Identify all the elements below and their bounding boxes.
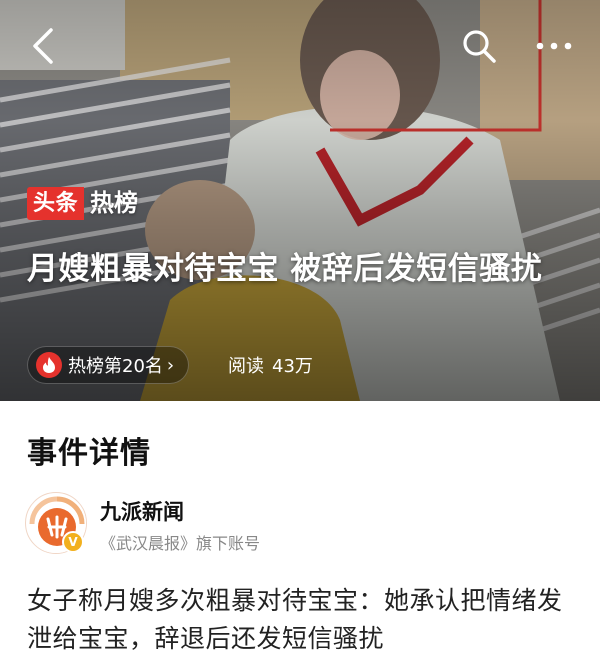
toutiao-tag: 头条 [27,187,85,220]
hot-rank-button[interactable]: 热榜第20名 › [27,346,190,384]
author-subtitle: 《武汉晨报》旗下账号 [100,534,261,553]
hot-list-tag: 热榜 [90,189,139,217]
back-button[interactable] [20,24,64,68]
author-card[interactable]: V 九派新闻 《武汉晨报》旗下账号 [25,488,585,560]
search-button[interactable] [456,24,502,68]
hero-banner[interactable]: 头条 热榜 月嫂粗暴对待宝宝 被辞后发短信骚扰 热榜第20名 › 阅读 43万 [0,0,600,401]
read-count: 阅读 43万 [228,351,313,379]
chevron-right-icon: › [166,354,175,376]
search-icon [463,30,496,63]
article-summary[interactable]: 女子称月嫂多次粗暴对待宝宝：她承认把情绪发泄给宝宝，辞退后还发短信骚扰 [27,582,575,658]
headline-title: 月嫂粗暴对待宝宝 被辞后发短信骚扰 [27,251,543,287]
more-options-button[interactable] [526,24,582,68]
top-navigation-bar [0,0,600,92]
verified-badge: V [62,531,84,553]
event-details-heading: 事件详情 [27,436,151,471]
author-name[interactable]: 九派新闻 [100,496,184,526]
flame-icon [36,352,62,378]
hot-rank-label: 热榜第20名 [68,356,163,377]
hot-list-badge: 头条 热榜 [27,187,138,220]
chevron-left-icon [33,28,53,64]
read-count-label: 阅读 [228,356,264,377]
read-count-value: 43万 [272,356,313,377]
more-horizontal-icon [536,42,572,50]
